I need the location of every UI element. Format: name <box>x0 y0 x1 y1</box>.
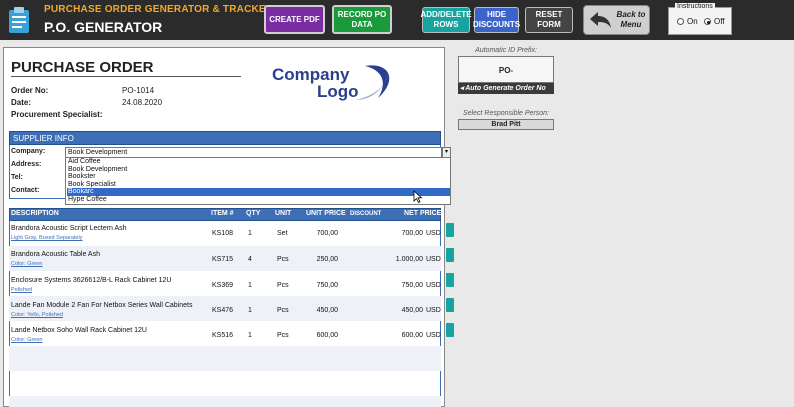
instructions-label: Instructions <box>675 3 715 10</box>
col-unit: UNIT <box>275 210 292 217</box>
col-description: DESCRIPTION <box>11 210 59 217</box>
row-stepper[interactable] <box>446 248 454 262</box>
instructions-on-label: On <box>687 17 698 26</box>
back-arrow-icon <box>590 12 611 28</box>
item-net-price: 700,00 <box>401 230 423 237</box>
item-name[interactable]: Lande Netbox Soho Wall Rack Cabinet 12U <box>11 327 147 334</box>
item-subtext: Light Gray, Boxed Separately <box>11 235 83 241</box>
item-qty[interactable]: 1 <box>248 332 252 339</box>
item-subtext: Color: Green <box>11 337 43 343</box>
row-stepper[interactable] <box>446 223 454 237</box>
hide-discounts-button[interactable]: HIDE DISCOUNTS <box>473 7 520 33</box>
item-unit[interactable]: Pcs <box>277 332 289 339</box>
address-label: Address: <box>11 161 42 168</box>
add-delete-rows-button[interactable]: ADD/DELETE ROWS <box>420 7 472 33</box>
item-currency: USD <box>426 332 441 339</box>
item-qty[interactable]: 1 <box>248 307 252 314</box>
title-underline <box>11 76 241 77</box>
row-stepper[interactable] <box>446 323 454 337</box>
app-title: P.O. GENERATOR <box>44 19 163 35</box>
auto-id-prefix-label: Automatic ID Prefix: <box>475 47 537 54</box>
auto-id-prefix-input[interactable]: PO- <box>458 56 554 83</box>
dropdown-option[interactable]: Bookster <box>67 173 450 181</box>
company-label: Company: <box>11 148 46 155</box>
item-name[interactable]: Lande Fan Module 2 Fan For Netbox Series… <box>11 302 192 309</box>
date-value[interactable]: 24.08.2020 <box>122 98 162 107</box>
item-name[interactable]: Brandora Acoustic Script Lectern Ash <box>11 225 127 232</box>
item-number[interactable]: KS108 <box>212 230 233 237</box>
mouse-pointer-icon <box>413 190 423 203</box>
contact-label: Contact: <box>11 187 40 194</box>
item-unit[interactable]: Set <box>277 230 288 237</box>
item-net-price: 450,00 <box>401 307 423 314</box>
item-unit-price[interactable]: 250,00 <box>300 256 338 263</box>
reset-form-button[interactable]: RESET FORM <box>525 7 573 33</box>
item-unit-price[interactable]: 750,00 <box>300 282 338 289</box>
item-unit[interactable]: Pcs <box>277 256 289 263</box>
item-unit-price[interactable]: 700,00 <box>300 230 338 237</box>
dropdown-option[interactable]: Aid Coffee <box>67 158 450 166</box>
item-subtext: Color: Green <box>11 261 43 267</box>
create-pdf-button[interactable]: CREATE PDF <box>264 5 325 34</box>
company-logo: Company Logo <box>272 65 390 101</box>
dropdown-option[interactable]: Book Specialist <box>67 181 450 189</box>
row-stepper[interactable] <box>446 298 454 312</box>
item-qty[interactable]: 1 <box>248 230 252 237</box>
item-net-price: 1.000,00 <box>395 256 423 263</box>
item-unit[interactable]: Pcs <box>277 307 289 314</box>
col-discount: DISCOUNT <box>350 211 382 217</box>
item-number[interactable]: KS715 <box>212 256 233 263</box>
item-qty[interactable]: 1 <box>248 282 252 289</box>
instructions-off-radio[interactable] <box>704 18 711 25</box>
page-title: PURCHASE ORDER <box>11 59 154 76</box>
date-label: Date: <box>11 98 32 107</box>
col-item: ITEM # <box>211 210 234 217</box>
row-stepper[interactable] <box>446 273 454 287</box>
item-currency: USD <box>426 256 441 263</box>
item-net-price: 600,00 <box>401 332 423 339</box>
item-name[interactable]: Brandora Acoustic Table Ash <box>11 251 100 258</box>
item-currency: USD <box>426 282 441 289</box>
supplier-info-header: SUPPLIER INFO <box>9 131 441 145</box>
item-name[interactable]: Enclosure Systems 3626612/B-L Rack Cabin… <box>11 277 171 284</box>
procurement-specialist-label: Procurement Specialist: <box>11 110 103 119</box>
auto-generate-order-no-button[interactable]: ◂ Auto Generate Order No <box>458 83 554 94</box>
dropdown-option[interactable]: Book Development <box>67 166 450 174</box>
dropdown-option-selected[interactable]: Bookarc <box>67 188 450 196</box>
item-number[interactable]: KS516 <box>212 332 233 339</box>
empty-row <box>9 396 441 407</box>
order-no-value[interactable]: PO-1014 <box>122 86 154 95</box>
item-currency: USD <box>426 230 441 237</box>
item-subtext: Color: Yello, Polished <box>11 312 63 318</box>
clipboard-icon <box>9 7 29 33</box>
tel-label: Tel: <box>11 174 23 181</box>
item-unit[interactable]: Pcs <box>277 282 289 289</box>
item-qty[interactable]: 4 <box>248 256 252 263</box>
item-number[interactable]: KS369 <box>212 282 233 289</box>
item-number[interactable]: KS476 <box>212 307 233 314</box>
item-net-price: 750,00 <box>401 282 423 289</box>
app-subtitle: PURCHASE ORDER GENERATOR & TRACKER <box>44 4 274 15</box>
col-qty: QTY <box>246 210 261 217</box>
responsible-person-select[interactable]: Brad Pitt <box>458 119 554 130</box>
item-subtext: Polished <box>11 287 33 293</box>
item-unit-price[interactable]: 450,00 <box>300 307 338 314</box>
record-po-data-button[interactable]: RECORD PO DATA <box>332 5 392 34</box>
col-net-price: NET PRICE <box>404 210 442 217</box>
empty-row <box>9 371 441 396</box>
empty-row <box>9 346 441 371</box>
order-no-label: Order No: <box>11 86 49 95</box>
col-unit-price: UNIT PRICE <box>306 210 346 217</box>
dropdown-option[interactable]: Hype Coffee <box>67 196 450 204</box>
item-unit-price[interactable]: 600,00 <box>300 332 338 339</box>
item-currency: USD <box>426 307 441 314</box>
back-to-menu-label: Back to Menu <box>616 10 646 29</box>
instructions-on-radio[interactable] <box>677 18 684 25</box>
logo-line2: Logo <box>317 82 359 101</box>
responsible-person-label: Select Responsible Person: <box>463 110 549 117</box>
auto-generate-label: Auto Generate Order No <box>465 85 546 92</box>
instructions-off-label: Off <box>714 17 725 26</box>
